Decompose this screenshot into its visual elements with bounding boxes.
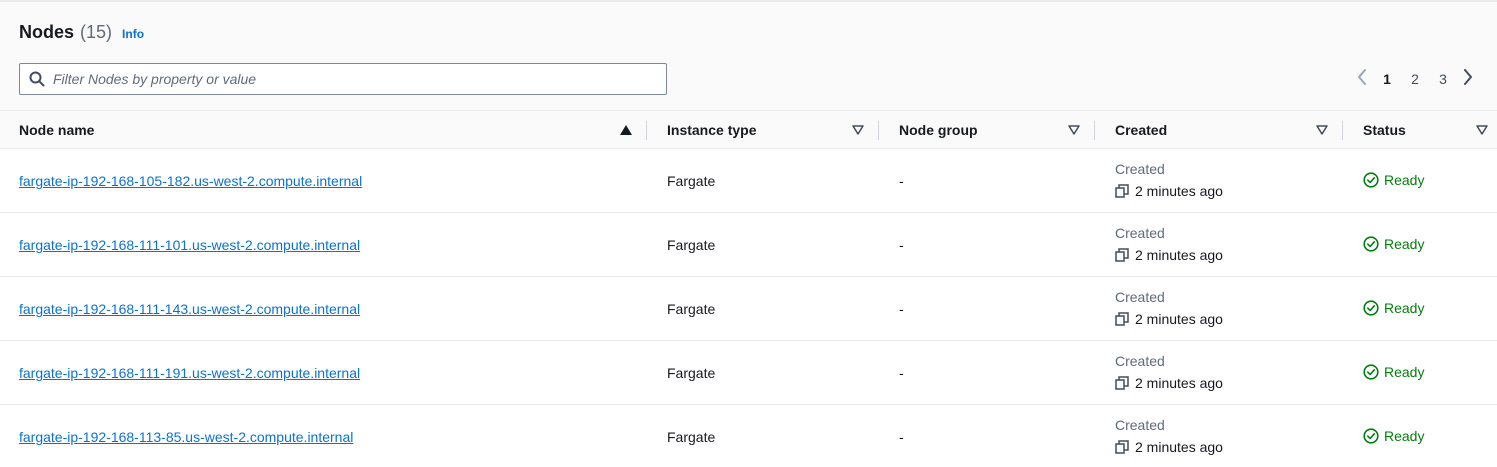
instance-type-cell: Fargate	[667, 173, 716, 189]
column-header-node-group[interactable]: Node group	[899, 111, 978, 149]
status-ok-icon	[1363, 236, 1379, 252]
status-ok-icon	[1363, 364, 1379, 380]
status-ok-icon	[1363, 300, 1379, 316]
node-name-link[interactable]: fargate-ip-192-168-113-85.us-west-2.comp…	[19, 429, 353, 445]
created-label: Created	[1115, 417, 1165, 433]
created-time: 2 minutes ago	[1115, 247, 1223, 263]
column-header-instance-type[interactable]: Instance type	[667, 111, 756, 149]
table-row: fargate-ip-192-168-111-101.us-west-2.com…	[0, 213, 1497, 277]
column-divider	[646, 121, 647, 140]
status-ok-icon	[1363, 428, 1379, 444]
node-count: (15)	[80, 22, 113, 42]
node-group-cell: -	[899, 301, 904, 317]
created-label: Created	[1115, 353, 1165, 369]
table-row: fargate-ip-192-168-105-182.us-west-2.com…	[0, 149, 1497, 213]
table-header-row: Node name Instance type Node group Creat…	[0, 110, 1497, 149]
status-badge: Ready	[1363, 300, 1424, 316]
page-title: Nodes	[19, 22, 75, 42]
status-badge: Ready	[1363, 236, 1424, 252]
column-divider	[1094, 121, 1095, 140]
filter-input[interactable]	[53, 71, 643, 87]
created-cell: Created 2 minutes ago	[1115, 417, 1223, 455]
created-time-text: 2 minutes ago	[1135, 247, 1223, 263]
created-time-text: 2 minutes ago	[1135, 183, 1223, 199]
instance-type-cell: Fargate	[667, 237, 716, 253]
node-name-link[interactable]: fargate-ip-192-168-105-182.us-west-2.com…	[19, 173, 362, 189]
node-name-link[interactable]: fargate-ip-192-168-111-101.us-west-2.com…	[19, 237, 360, 253]
status-badge: Ready	[1363, 428, 1424, 444]
sort-ascending-icon[interactable]	[620, 124, 632, 136]
info-link[interactable]: Info	[122, 27, 144, 41]
created-time: 2 minutes ago	[1115, 183, 1223, 199]
node-name-link[interactable]: fargate-ip-192-168-111-191.us-west-2.com…	[19, 365, 360, 381]
chevron-left-icon	[1357, 68, 1367, 90]
title-row: Nodes (15) Info	[19, 22, 144, 43]
created-cell: Created 2 minutes ago	[1115, 225, 1223, 263]
column-header-node-name[interactable]: Node name	[19, 111, 94, 149]
column-divider	[878, 121, 879, 140]
copy-icon[interactable]	[1115, 440, 1129, 454]
chevron-right-icon	[1463, 68, 1473, 90]
copy-icon[interactable]	[1115, 248, 1129, 262]
column-divider	[1342, 121, 1343, 140]
sort-icon[interactable]	[1476, 124, 1488, 136]
status-badge: Ready	[1363, 364, 1424, 380]
status-text: Ready	[1384, 172, 1425, 188]
table-row: fargate-ip-192-168-111-143.us-west-2.com…	[0, 277, 1497, 341]
instance-type-cell: Fargate	[667, 301, 716, 317]
table-header-panel: Nodes (15) Info 1 2 3	[0, 0, 1497, 110]
pagination: 1 2 3	[1351, 68, 1479, 90]
sort-icon[interactable]	[852, 124, 864, 136]
created-cell: Created 2 minutes ago	[1115, 289, 1223, 327]
status-ok-icon	[1363, 172, 1379, 188]
prev-page-button[interactable]	[1351, 68, 1373, 90]
table-row: fargate-ip-192-168-111-191.us-west-2.com…	[0, 341, 1497, 405]
created-cell: Created 2 minutes ago	[1115, 161, 1223, 199]
created-label: Created	[1115, 289, 1165, 305]
created-time-text: 2 minutes ago	[1135, 311, 1223, 327]
page-2-button[interactable]: 2	[1401, 71, 1429, 87]
status-text: Ready	[1384, 236, 1425, 252]
created-label: Created	[1115, 161, 1165, 177]
copy-icon[interactable]	[1115, 376, 1129, 390]
copy-icon[interactable]	[1115, 312, 1129, 326]
status-text: Ready	[1384, 428, 1425, 444]
status-text: Ready	[1384, 300, 1425, 316]
created-time-text: 2 minutes ago	[1135, 439, 1223, 455]
sort-icon[interactable]	[1316, 124, 1328, 136]
page-3-button[interactable]: 3	[1429, 71, 1457, 87]
created-time: 2 minutes ago	[1115, 311, 1223, 327]
node-group-cell: -	[899, 365, 904, 381]
page-1-button[interactable]: 1	[1373, 71, 1401, 87]
created-label: Created	[1115, 225, 1165, 241]
next-page-button[interactable]	[1457, 68, 1479, 90]
sort-icon[interactable]	[1068, 124, 1080, 136]
created-time-text: 2 minutes ago	[1135, 375, 1223, 391]
node-name-link[interactable]: fargate-ip-192-168-111-143.us-west-2.com…	[19, 301, 360, 317]
column-header-status[interactable]: Status	[1363, 111, 1406, 149]
status-badge: Ready	[1363, 172, 1424, 188]
node-group-cell: -	[899, 429, 904, 445]
column-header-created[interactable]: Created	[1115, 111, 1167, 149]
instance-type-cell: Fargate	[667, 429, 716, 445]
search-icon	[29, 71, 45, 87]
table-row: fargate-ip-192-168-113-85.us-west-2.comp…	[0, 405, 1497, 467]
copy-icon[interactable]	[1115, 184, 1129, 198]
status-text: Ready	[1384, 364, 1425, 380]
instance-type-cell: Fargate	[667, 365, 716, 381]
created-time: 2 minutes ago	[1115, 439, 1223, 455]
created-cell: Created 2 minutes ago	[1115, 353, 1223, 391]
filter-box	[19, 63, 667, 95]
node-group-cell: -	[899, 237, 904, 253]
node-group-cell: -	[899, 173, 904, 189]
created-time: 2 minutes ago	[1115, 375, 1223, 391]
